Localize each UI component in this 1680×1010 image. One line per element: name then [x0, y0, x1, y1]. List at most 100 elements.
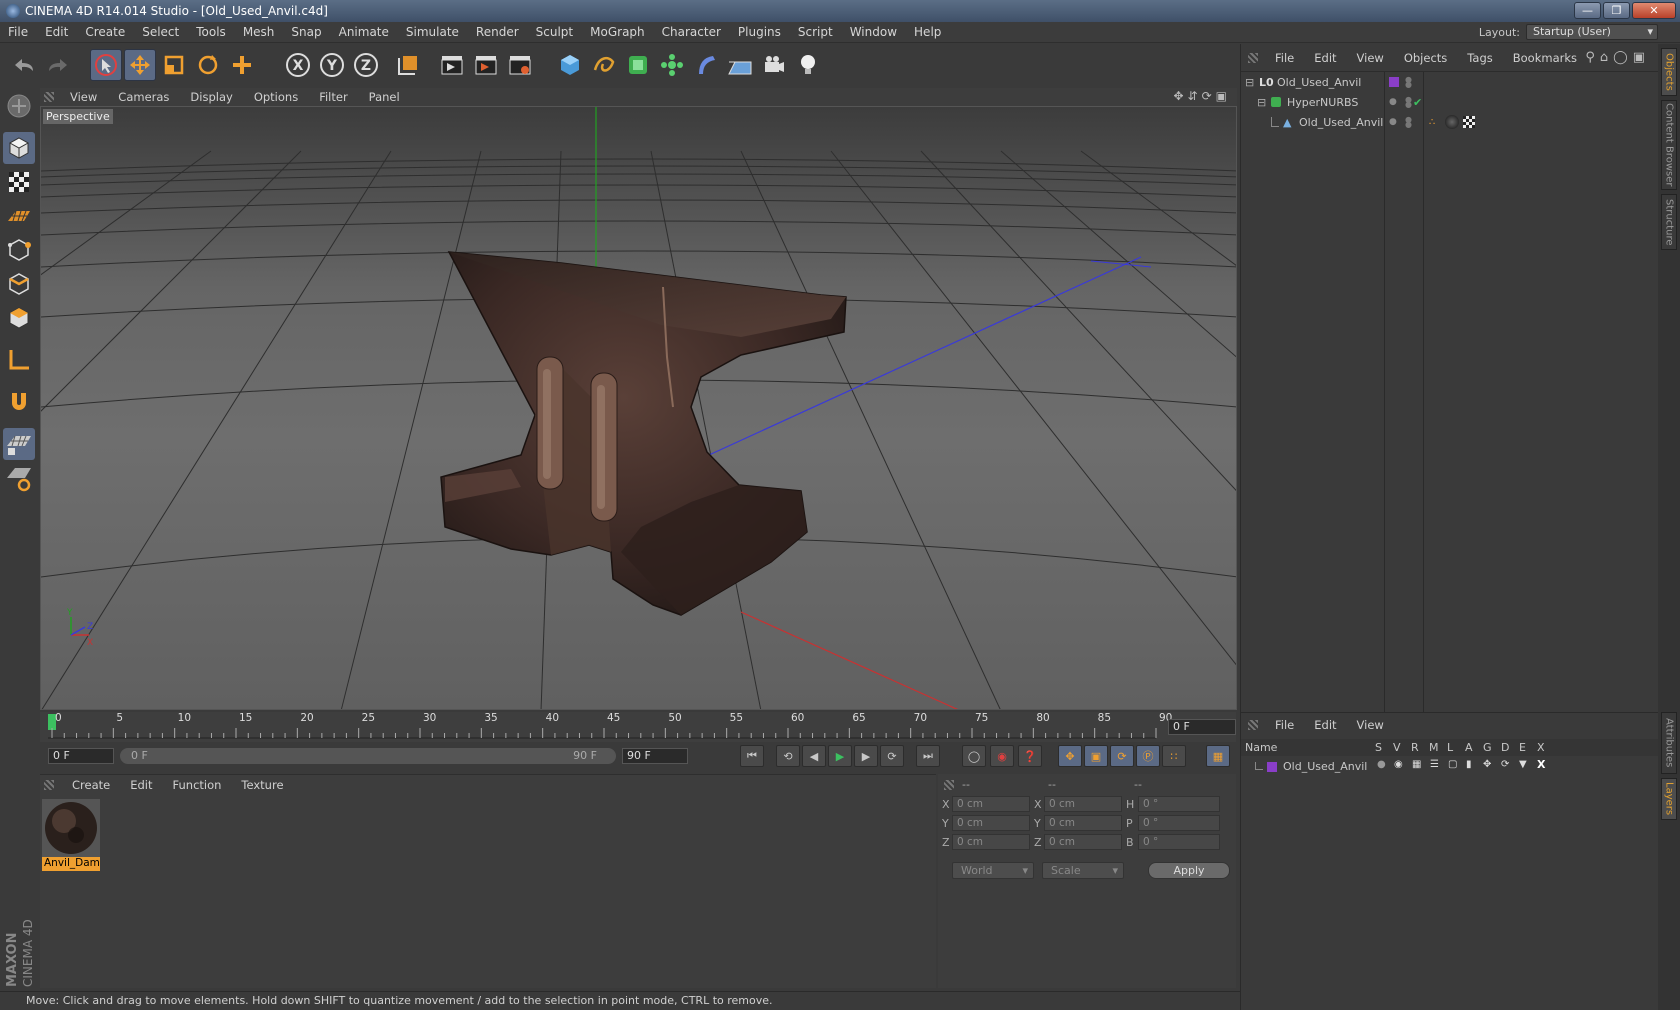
tab-attributes[interactable]: Attributes [1661, 712, 1677, 774]
add-cube-button[interactable] [554, 49, 586, 81]
size-y-field[interactable]: 0 cm [1044, 815, 1122, 831]
workplane-rotate-button[interactable] [3, 462, 35, 494]
object-name[interactable]: Old_Used_Anvil [1277, 76, 1361, 89]
menu-plugins[interactable]: Plugins [730, 25, 790, 39]
size-x-field[interactable]: 0 cm [1044, 796, 1122, 812]
layer-col-x[interactable]: X [1537, 741, 1545, 754]
timeline-window-button[interactable]: ▦ [1206, 745, 1230, 767]
max-time-field[interactable]: 90 F [622, 748, 688, 764]
menu-snap[interactable]: Snap [283, 25, 330, 39]
menu-help[interactable]: Help [906, 25, 950, 39]
preview-range-slider[interactable]: 0 F 90 F [120, 748, 616, 764]
size-z-field[interactable]: 0 cm [1044, 834, 1122, 850]
layer-row[interactable]: Old_Used_Anvil ● ◉ ▦ ☰ ▢ ▮ ✥ ⟳ ▼ X [1241, 758, 1659, 776]
layer-col-name[interactable]: Name [1245, 741, 1277, 754]
key-parameter-button[interactable]: Ⓟ [1136, 745, 1160, 767]
layer-color-swatch[interactable] [1267, 762, 1277, 772]
menu-file[interactable]: File [0, 25, 37, 39]
menu-select[interactable]: Select [134, 25, 188, 39]
collapse-toggle-icon[interactable]: ⊟ [1257, 96, 1266, 109]
layer-col-l[interactable]: L [1447, 741, 1453, 754]
next-frame-button[interactable]: ▶ [854, 745, 878, 767]
tab-structure[interactable]: Structure [1661, 194, 1677, 250]
material-menu-create[interactable]: Create [62, 778, 120, 792]
play-button[interactable]: ▶ [828, 745, 852, 767]
object-row-null[interactable]: ⊟ L0 Old_Used_Anvil ● ● [1241, 72, 1659, 92]
add-spline-button[interactable] [588, 49, 620, 81]
objects-menu-tags[interactable]: Tags [1457, 51, 1502, 65]
pos-x-field[interactable]: 0 cm [952, 796, 1030, 812]
layer-name[interactable]: Old_Used_Anvil [1283, 760, 1367, 773]
layer-dot-icon[interactable]: ● [1389, 117, 1397, 127]
viewport-menu-panel[interactable]: Panel [359, 90, 411, 104]
enabled-check-icon[interactable]: ✔ [1413, 96, 1422, 109]
objects-search-home-icons[interactable]: ⚲⌂◯▣ [1585, 50, 1650, 65]
layer-col-v[interactable]: V [1393, 741, 1401, 754]
tab-objects[interactable]: Objects [1661, 48, 1677, 96]
perspective-viewport[interactable]: Y Z X Perspective [40, 106, 1237, 710]
layer-dot-icon[interactable]: ● [1389, 97, 1397, 107]
objects-menu-edit[interactable]: Edit [1304, 51, 1346, 65]
layer-col-a[interactable]: A [1465, 741, 1473, 754]
current-frame-field[interactable]: 0 F [1168, 719, 1236, 735]
menu-mograph[interactable]: MoGraph [582, 25, 654, 39]
workplane-mode-button[interactable] [3, 200, 35, 232]
menu-animate[interactable]: Animate [331, 25, 398, 39]
menu-character[interactable]: Character [654, 25, 730, 39]
object-row-polygon[interactable]: ▲ Old_Used_Anvil ● ● ● ∴ [1241, 112, 1659, 132]
material-menu-texture[interactable]: Texture [231, 778, 293, 792]
viewport-nav-icons[interactable]: ✥⇵⟳▣ [1173, 89, 1231, 103]
menu-sculpt[interactable]: Sculpt [528, 25, 582, 39]
layer-col-e[interactable]: E [1519, 741, 1526, 754]
undo-button[interactable] [8, 49, 40, 81]
render-to-picture-viewer-button[interactable] [470, 49, 502, 81]
scale-tool-button[interactable] [158, 49, 190, 81]
x-axis-lock-button[interactable]: X [282, 49, 314, 81]
visibility-dots-icon[interactable]: ● ● [1405, 76, 1412, 89]
layers-menu-edit[interactable]: Edit [1304, 718, 1346, 732]
add-nurbs-button[interactable] [622, 49, 654, 81]
close-button[interactable]: ✕ [1632, 2, 1676, 19]
layer-col-r[interactable]: R [1411, 741, 1419, 754]
add-deformer-button[interactable] [690, 49, 722, 81]
redo-button[interactable] [42, 49, 74, 81]
recent-tool-button[interactable] [226, 49, 258, 81]
anvil-model[interactable] [440, 251, 847, 616]
viewport-menu-options[interactable]: Options [244, 90, 309, 104]
current-time-field[interactable]: 0 F [48, 748, 114, 764]
keyframe-selection-button[interactable]: ❓ [1018, 745, 1042, 767]
axis-mode-button[interactable] [3, 344, 35, 376]
layout-dropdown[interactable]: Startup (User) ▾ [1526, 24, 1658, 40]
objects-menu-bookmarks[interactable]: Bookmarks [1503, 51, 1587, 65]
object-name[interactable]: HyperNURBS [1287, 96, 1358, 109]
rot-p-field[interactable]: 0 ° [1138, 815, 1220, 831]
pos-z-field[interactable]: 0 cm [952, 834, 1030, 850]
texture-mode-button[interactable] [3, 166, 35, 198]
layer-col-d[interactable]: D [1501, 741, 1509, 754]
uvw-tag-icon[interactable] [1463, 116, 1475, 128]
snap-button[interactable] [3, 386, 35, 418]
prev-key-button[interactable]: ⟲ [776, 745, 800, 767]
objects-menu-file[interactable]: File [1265, 51, 1304, 65]
xref-icon[interactable]: X [1537, 758, 1545, 771]
generators-icon[interactable]: ✥ [1483, 759, 1491, 770]
render-settings-button[interactable] [504, 49, 536, 81]
maximize-button[interactable]: ❐ [1603, 2, 1630, 19]
z-axis-lock-button[interactable]: Z [350, 49, 382, 81]
edges-mode-button[interactable] [3, 268, 35, 300]
layers-menu-view[interactable]: View [1347, 718, 1394, 732]
y-axis-lock-button[interactable]: Y [316, 49, 348, 81]
next-key-button[interactable]: ⟳ [880, 745, 904, 767]
key-rotation-button[interactable]: ⟳ [1110, 745, 1134, 767]
lock-icon[interactable]: ▢ [1448, 759, 1457, 770]
coordinate-space-dropdown[interactable]: World ▾ [952, 862, 1034, 879]
menu-simulate[interactable]: Simulate [398, 25, 468, 39]
phong-tag-icon[interactable]: ∴ [1429, 117, 1435, 128]
tab-content-browser[interactable]: Content Browser [1661, 100, 1677, 190]
tab-layers[interactable]: Layers [1661, 778, 1677, 820]
goto-start-button[interactable]: ⏮ [740, 745, 764, 767]
key-pla-button[interactable]: ∷ [1162, 745, 1186, 767]
menu-edit[interactable]: Edit [37, 25, 77, 39]
coordinate-system-button[interactable] [392, 49, 424, 81]
menu-window[interactable]: Window [842, 25, 906, 39]
